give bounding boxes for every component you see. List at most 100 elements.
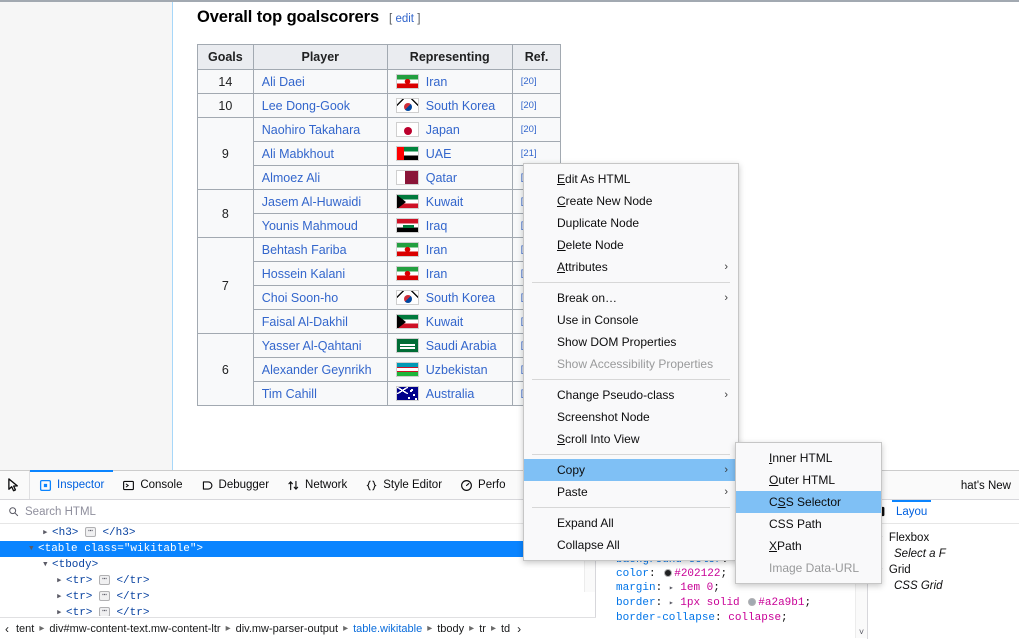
menu-item-create-new-node[interactable]: Create New Node <box>524 190 738 212</box>
tree-twisty-icon[interactable]: ▾ <box>42 557 52 573</box>
tree-ellipsis-icon[interactable]: ⋯ <box>99 575 110 585</box>
menu-item-css-path[interactable]: CSS Path <box>736 513 881 535</box>
expand-value-icon[interactable]: ▸ <box>669 599 674 608</box>
menu-item-edit-as-html[interactable]: Edit As HTML <box>524 168 738 190</box>
tree-twisty-icon[interactable]: ▾ <box>28 541 38 557</box>
dom-tree-node[interactable]: ▸ <tr> ⋯ </tr> <box>0 589 595 605</box>
color-swatch[interactable] <box>664 569 673 577</box>
breadcrumb-item[interactable]: td <box>498 623 513 635</box>
player-link[interactable]: Faisal Al-Dakhil <box>262 315 348 329</box>
country-link[interactable]: UAE <box>426 147 452 161</box>
whats-new-label[interactable]: hat's New <box>961 480 1019 492</box>
player-link[interactable]: Almoez Ali <box>262 171 320 185</box>
tree-ellipsis-icon[interactable]: ⋯ <box>99 607 110 616</box>
reference-link[interactable]: [20] <box>521 124 537 135</box>
tab-style-editor[interactable]: Style Editor <box>356 471 451 499</box>
tab-network[interactable]: Network <box>278 471 356 499</box>
country-link[interactable]: South Korea <box>426 99 496 113</box>
breadcrumb-item[interactable]: div#mw-content-text.mw-content-ltr <box>46 623 223 635</box>
flexbox-section-header[interactable]: ▼ Flexbox <box>876 532 1019 544</box>
player-link[interactable]: Yasser Al-Qahtani <box>262 339 362 353</box>
menu-item-break-on[interactable]: Break on… › <box>524 287 738 309</box>
country-link[interactable]: Saudi Arabia <box>426 339 497 353</box>
menu-item-inner-html[interactable]: Inner HTML <box>736 447 881 469</box>
player-link[interactable]: Lee Dong-Gook <box>262 99 350 113</box>
tree-twisty-icon[interactable]: ▸ <box>56 573 66 589</box>
breadcrumb-item[interactable]: table.wikitable <box>350 623 425 635</box>
breadcrumb-item[interactable]: tbody <box>434 623 467 635</box>
dom-tree-node[interactable]: ▾ <table class="wikitable"> <box>0 541 595 557</box>
menu-item-use-in-console[interactable]: Use in Console <box>524 309 738 331</box>
reference-link[interactable]: [21] <box>521 148 537 159</box>
context-menu[interactable]: Edit As HTML Create New Node Duplicate Nod… <box>523 163 739 561</box>
menu-item-copy[interactable]: Copy › <box>524 459 738 481</box>
tree-twisty-icon[interactable]: ▸ <box>42 525 52 541</box>
edit-label[interactable]: edit <box>395 13 414 25</box>
column-header-player[interactable]: Player <box>252 44 388 70</box>
country-link[interactable]: Iran <box>426 243 448 257</box>
breadcrumb-scroll-right[interactable]: › <box>515 622 523 636</box>
menu-item-change-pseudo-class[interactable]: Change Pseudo-class › <box>524 384 738 406</box>
context-submenu-copy[interactable]: Inner HTML Outer HTML CSS Selector CSS Path… <box>735 442 882 584</box>
tab-debugger[interactable]: Debugger <box>192 471 279 499</box>
tree-ellipsis-icon[interactable]: ⋯ <box>85 527 96 537</box>
dom-tree-node[interactable]: ▸ <tr> ⋯ </tr> <box>0 605 595 616</box>
player-link[interactable]: Ali Mabkhout <box>262 147 334 161</box>
player-link[interactable]: Tim Cahill <box>262 387 317 401</box>
expand-value-icon[interactable]: ▸ <box>669 584 674 593</box>
grid-section-header[interactable]: ▼ Grid <box>876 564 1019 576</box>
tab-layout[interactable]: Layou <box>892 499 932 524</box>
dom-tree-node[interactable]: ▾ <tbody> <box>0 557 595 573</box>
reference-link[interactable]: [20] <box>521 100 537 111</box>
breadcrumb-item[interactable]: div.mw-parser-output <box>233 623 342 635</box>
menu-item-duplicate-node[interactable]: Duplicate Node <box>524 212 738 234</box>
breadcrumb-item[interactable]: tr <box>476 623 489 635</box>
country-link[interactable]: Kuwait <box>426 195 464 209</box>
dom-tree-node[interactable]: ▸ <tr> ⋯ </tr> <box>0 573 595 589</box>
tab-performance[interactable]: Perfo <box>451 471 515 499</box>
player-link[interactable]: Choi Soon-ho <box>262 291 338 305</box>
column-header-representing[interactable]: Representing <box>386 44 513 70</box>
tab-console[interactable]: Console <box>113 471 191 499</box>
player-link[interactable]: Younis Mahmoud <box>262 219 358 233</box>
reference-link[interactable]: [20] <box>521 76 537 87</box>
tab-inspector[interactable]: Inspector <box>30 470 114 499</box>
menu-item-xpath[interactable]: XPath <box>736 535 881 557</box>
menu-item-collapse-all[interactable]: Collapse All <box>524 534 738 556</box>
column-header-ref[interactable]: Ref. <box>511 44 562 70</box>
country-link[interactable]: Iran <box>426 267 448 281</box>
breadcrumb[interactable]: ‹ tent ▸ div#mw-content-text.mw-content-ltr… <box>0 617 596 639</box>
country-link[interactable]: Japan <box>426 123 460 137</box>
menu-item-css-selector[interactable]: CSS Selector <box>736 491 881 513</box>
color-swatch[interactable] <box>748 598 757 606</box>
country-link[interactable]: Australia <box>426 387 475 401</box>
dom-tree-node[interactable]: ▸ <h3> ⋯ </h3> <box>0 525 595 541</box>
tree-twisty-icon[interactable]: ▸ <box>56 605 66 616</box>
css-declaration[interactable]: border: ▸ 1px solid #a2a9b1; <box>600 596 867 611</box>
column-header-goals[interactable]: Goals <box>197 44 254 70</box>
search-html-bar[interactable]: Search HTML <box>0 500 595 524</box>
tree-ellipsis-icon[interactable]: ⋯ <box>99 591 110 601</box>
menu-item-scroll-into-view[interactable]: Scroll Into View <box>524 428 738 450</box>
element-picker-button[interactable] <box>0 471 30 499</box>
breadcrumb-scroll-left[interactable]: ‹ <box>3 622 11 636</box>
country-link[interactable]: Iran <box>426 75 448 89</box>
player-link[interactable]: Ali Daei <box>262 75 305 89</box>
menu-item-expand-all[interactable]: Expand All <box>524 512 738 534</box>
search-html-input[interactable]: Search HTML <box>25 506 96 518</box>
menu-item-show-dom-properties[interactable]: Show DOM Properties <box>524 331 738 353</box>
menu-item-attributes[interactable]: Attributes › <box>524 256 738 278</box>
menu-item-screenshot-node[interactable]: Screenshot Node <box>524 406 738 428</box>
player-link[interactable]: Behtash Fariba <box>262 243 347 257</box>
country-link[interactable]: Qatar <box>426 171 457 185</box>
player-link[interactable]: Jasem Al-Huwaidi <box>262 195 361 209</box>
player-link[interactable]: Hossein Kalani <box>262 267 345 281</box>
edit-section-link[interactable]: [ edit ] <box>389 13 420 25</box>
dom-tree[interactable]: ▸ <h3> ⋯ </h3> ▾ <table class="wikitable"> ▾… <box>0 524 595 616</box>
country-link[interactable]: Kuwait <box>426 315 464 329</box>
breadcrumb-item[interactable]: tent <box>13 623 37 635</box>
rules-scroll-down-arrow[interactable]: ˅ <box>856 626 867 638</box>
country-link[interactable]: Iraq <box>426 219 448 233</box>
country-link[interactable]: South Korea <box>426 291 496 305</box>
css-declaration[interactable]: border-collapse: collapse; <box>600 611 867 625</box>
